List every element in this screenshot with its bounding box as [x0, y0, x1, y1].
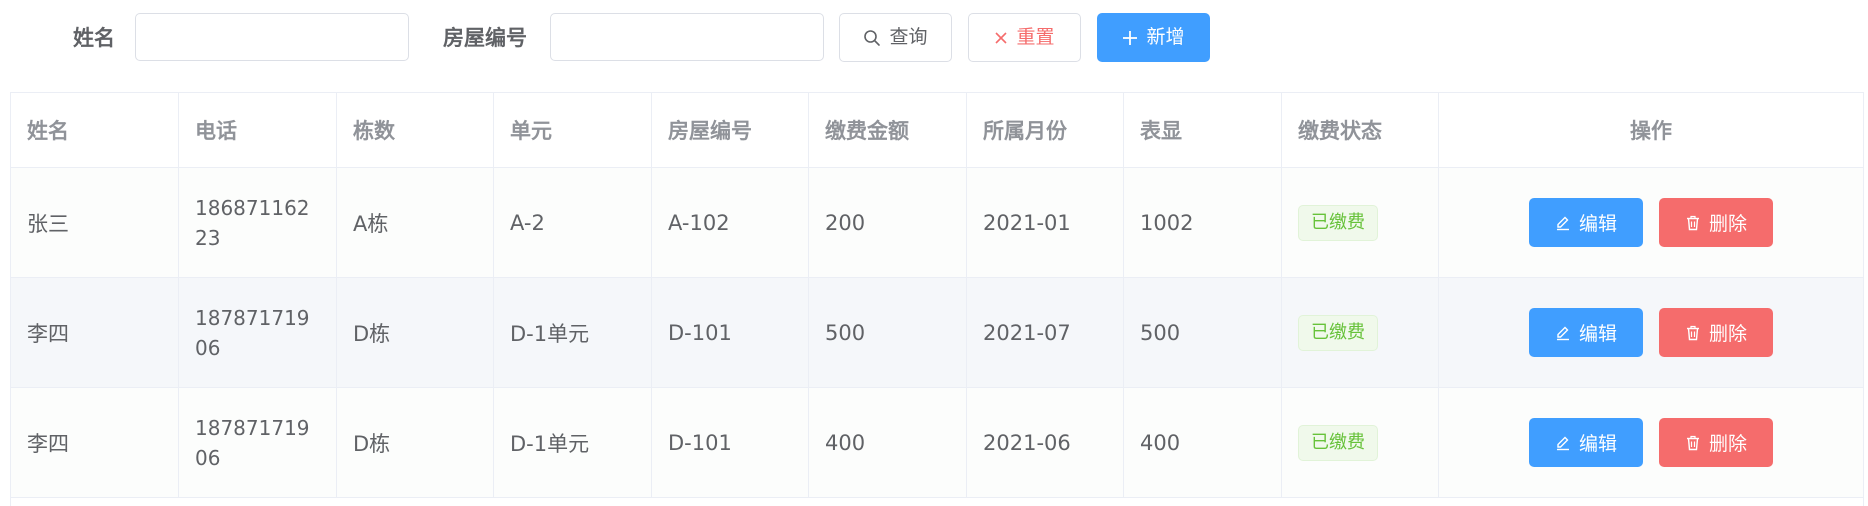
phone-text: 18687116223	[195, 195, 310, 250]
delete-button[interactable]: 删除	[1659, 308, 1773, 357]
edit-button[interactable]: 编辑	[1529, 418, 1643, 467]
trash-icon	[1685, 435, 1701, 451]
cell-phone: 18787171906	[179, 278, 337, 387]
edit-icon	[1555, 325, 1571, 341]
cell-building: D栋	[337, 278, 494, 387]
status-badge: 已缴费	[1298, 204, 1378, 241]
column-header: 单元	[494, 93, 652, 167]
delete-button-label: 删除	[1708, 323, 1747, 345]
column-header: 操作	[1630, 119, 1672, 143]
name-label: 姓名	[73, 26, 115, 50]
cell-house: D-101	[652, 278, 809, 387]
column-header: 栋数	[337, 93, 494, 167]
cell-house: D-101	[652, 388, 809, 497]
trash-icon	[1685, 325, 1701, 341]
cell-unit: D-1单元	[494, 388, 652, 497]
name-input[interactable]	[135, 13, 409, 61]
cell-amount: 200	[809, 168, 967, 277]
query-button-label: 查询	[889, 26, 928, 48]
table-row: 李四 18787171906 D栋 D-1单元 D-101 500 2021-0…	[11, 278, 1863, 388]
column-header: 表显	[1124, 93, 1282, 167]
status-badge: 已缴费	[1298, 424, 1378, 461]
table-row: 李四 18787171906 D栋 D-1单元 D-101 400 2021-0…	[11, 388, 1863, 498]
edit-icon	[1555, 435, 1571, 451]
search-form: 姓名 房屋编号 查询 重置 新增	[0, 0, 1868, 76]
cell-building: A栋	[337, 168, 494, 277]
cell-meter: 500	[1124, 278, 1282, 387]
cell-house: A-102	[652, 168, 809, 277]
payment-table: 姓名 电话 栋数 单元 房屋编号 缴费金额 所属月份 表显 缴费状态 操作 张三…	[10, 92, 1864, 506]
edit-button-label: 编辑	[1578, 323, 1617, 345]
cell-phone: 18687116223	[179, 168, 337, 277]
house-number-label: 房屋编号	[443, 26, 527, 50]
reset-button[interactable]: 重置	[968, 13, 1081, 62]
cell-actions: 编辑 删除	[1439, 278, 1863, 387]
add-button[interactable]: 新增	[1097, 13, 1210, 62]
search-icon	[863, 29, 881, 47]
cell-meter: 400	[1124, 388, 1282, 497]
cell-phone: 18787171906	[179, 388, 337, 497]
edit-button[interactable]: 编辑	[1529, 198, 1643, 247]
cell-actions: 编辑 删除	[1439, 168, 1863, 277]
close-icon	[994, 31, 1008, 45]
add-button-label: 新增	[1146, 26, 1185, 48]
cell-status: 已缴费	[1282, 168, 1439, 277]
delete-button-label: 删除	[1708, 433, 1747, 455]
cell-amount: 500	[809, 278, 967, 387]
cell-name: 李四	[11, 278, 179, 387]
table-row: 张三 18687116223 A栋 A-2 A-102 200 2021-01 …	[11, 168, 1863, 278]
column-header: 房屋编号	[652, 93, 809, 167]
edit-icon	[1555, 215, 1571, 231]
cell-month: 2021-07	[967, 278, 1124, 387]
column-header: 电话	[179, 93, 337, 167]
cell-unit: D-1单元	[494, 278, 652, 387]
edit-button[interactable]: 编辑	[1529, 308, 1643, 357]
edit-button-label: 编辑	[1578, 433, 1617, 455]
trash-icon	[1685, 215, 1701, 231]
table-header: 姓名 电话 栋数 单元 房屋编号 缴费金额 所属月份 表显 缴费状态 操作	[11, 93, 1863, 168]
cell-status: 已缴费	[1282, 278, 1439, 387]
cell-name: 李四	[11, 388, 179, 497]
status-badge: 已缴费	[1298, 314, 1378, 351]
reset-button-label: 重置	[1016, 26, 1055, 48]
column-header: 缴费状态	[1282, 93, 1439, 167]
phone-text: 18787171906	[195, 415, 310, 470]
cell-actions: 编辑 删除	[1439, 388, 1863, 497]
cell-building: D栋	[337, 388, 494, 497]
cell-month: 2021-01	[967, 168, 1124, 277]
delete-button[interactable]: 删除	[1659, 198, 1773, 247]
cell-status: 已缴费	[1282, 388, 1439, 497]
query-button[interactable]: 查询	[839, 13, 952, 62]
column-header: 所属月份	[967, 93, 1124, 167]
cell-month: 2021-06	[967, 388, 1124, 497]
cell-amount: 400	[809, 388, 967, 497]
edit-button-label: 编辑	[1578, 213, 1617, 235]
cell-unit: A-2	[494, 168, 652, 277]
column-header: 缴费金额	[809, 93, 967, 167]
cell-name: 张三	[11, 168, 179, 277]
delete-button[interactable]: 删除	[1659, 418, 1773, 467]
delete-button-label: 删除	[1708, 213, 1747, 235]
plus-icon	[1122, 30, 1138, 46]
house-number-input[interactable]	[550, 13, 824, 61]
cell-meter: 1002	[1124, 168, 1282, 277]
phone-text: 18787171906	[195, 305, 310, 360]
column-header: 姓名	[11, 93, 179, 167]
